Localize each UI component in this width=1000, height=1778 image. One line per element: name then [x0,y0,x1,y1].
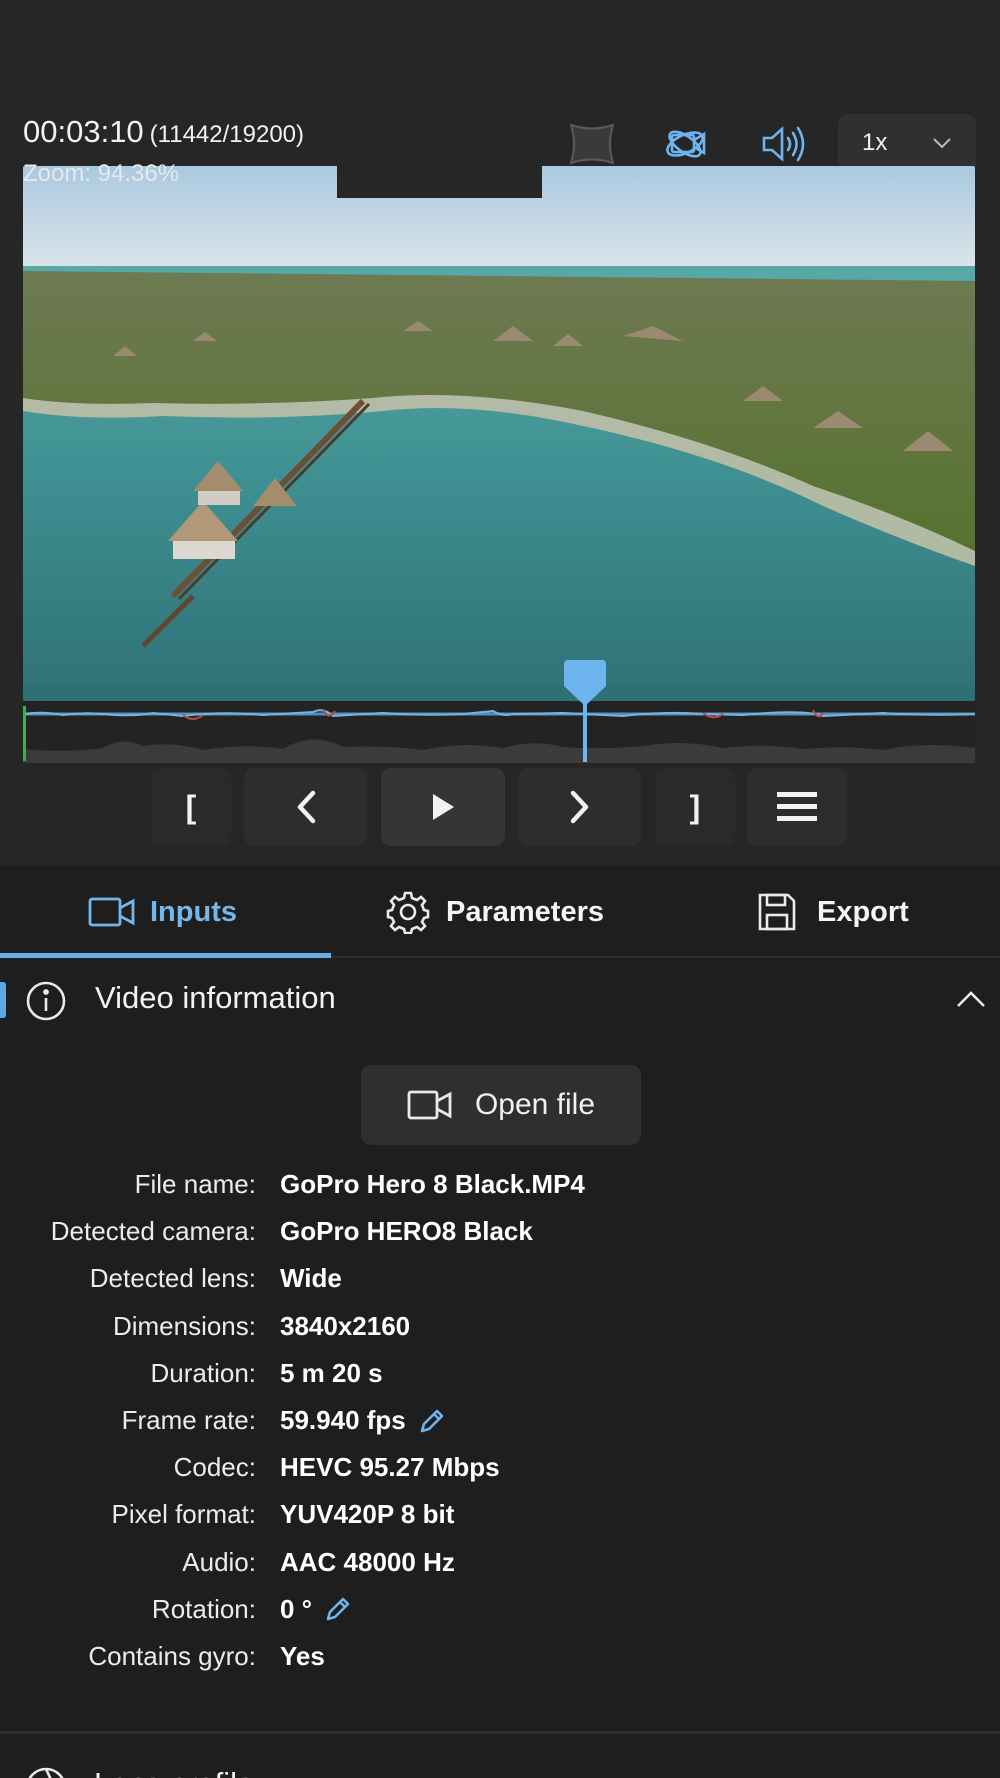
info-label: File name: [134,1169,256,1200]
info-value: GoPro Hero 8 Black.MP4 [280,1169,585,1200]
open-file-label: Open file [474,1088,596,1121]
info-label: Audio: [182,1546,256,1577]
info-value: Yes [280,1640,325,1671]
info-row-audio: Audio: AAC 48000 Hz [0,1539,1000,1586]
gyro-camera-icon[interactable] [662,118,714,170]
info-label: Contains gyro: [88,1640,256,1671]
playback-speed-select[interactable]: 1x [838,114,976,172]
section-title: Video information [95,980,336,1015]
info-row-lens: Detected lens: Wide [0,1255,1000,1302]
info-value: AAC 48000 Hz [280,1546,455,1577]
next-frame-button[interactable] [518,768,641,846]
info-icon [26,981,66,1021]
edit-pencil-icon[interactable] [324,1595,352,1623]
chevron-down-icon [933,138,951,149]
timecode: 00:03:10 [23,114,144,149]
gear-icon [386,891,430,934]
lens-profile-header[interactable]: Lens profile [24,1752,1000,1778]
play-icon [433,794,454,820]
set-trim-end-button[interactable]: ] [655,768,735,846]
info-label: Dimensions: [112,1310,256,1341]
info-row-file-name: File name: GoPro Hero 8 Black.MP4 [0,1161,1000,1208]
video-info-table: File name: GoPro Hero 8 Black.MP4 Detect… [0,1161,1000,1680]
timecode-display: 00:03:10 (11442/19200) [23,114,304,150]
info-row-frame-rate: Frame rate: 59.940 fps [0,1397,1000,1444]
tab-parameters[interactable]: Parameters [386,866,604,958]
playback-speed-value: 1x [862,129,888,156]
timeline[interactable] [23,701,975,763]
main-tabs: Inputs Parameters Export [0,866,1000,958]
info-label: Rotation: [151,1593,256,1624]
set-trim-start-button[interactable]: [ [151,768,231,846]
info-row-pixel-format: Pixel format: YUV420P 8 bit [0,1491,1000,1538]
video-preview[interactable] [23,166,975,701]
previous-frame-button[interactable] [244,768,367,846]
tab-export-label: Export [817,895,909,928]
save-icon [758,893,796,931]
info-value: YUV420P 8 bit [280,1499,455,1530]
section-divider [0,1731,1000,1734]
info-label: Detected camera: [50,1216,256,1247]
info-label: Codec: [173,1452,256,1483]
playhead-handle[interactable] [563,660,606,706]
section-title: Lens profile [94,1766,254,1778]
zoom-level: Zoom: 94.36% [23,160,180,187]
menu-button[interactable] [747,768,847,846]
video-camera-icon [407,1090,452,1120]
info-label: Pixel format: [111,1499,257,1530]
info-label: Frame rate: [121,1405,256,1436]
video-information-header[interactable]: Video information [0,958,1000,1042]
info-row-gyro: Contains gyro: Yes [0,1633,1000,1680]
info-label: Detected lens: [89,1263,256,1294]
info-value: 59.940 fps [280,1405,446,1436]
playhead-line [582,700,587,762]
tab-inputs-label: Inputs [150,895,237,928]
edit-pencil-icon[interactable] [418,1407,446,1435]
info-row-duration: Duration: 5 m 20 s [0,1350,1000,1397]
info-row-rotation: Rotation: 0 ° [0,1586,1000,1633]
info-value: 3840x2160 [280,1310,411,1341]
info-value: Wide [280,1263,342,1294]
info-row-dimensions: Dimensions: 3840x2160 [0,1303,1000,1350]
open-file-button[interactable]: Open file [361,1065,641,1145]
tab-parameters-label: Parameters [446,895,604,928]
chevron-left-icon [297,790,315,824]
volume-icon[interactable] [757,118,809,170]
chevron-up-icon[interactable] [956,990,986,1008]
lens-aperture-icon [28,1767,64,1778]
hamburger-menu-icon [777,792,817,821]
trim-start-label: [ [185,788,197,825]
chevron-right-icon [570,790,588,824]
frame-counter: (11442/19200) [149,121,305,148]
info-value: 0 ° [280,1594,352,1625]
tab-inputs[interactable]: Inputs [88,866,237,958]
info-row-codec: Codec: HEVC 95.27 Mbps [0,1444,1000,1491]
section-marker [0,982,6,1018]
trim-end-label: ] [689,788,701,825]
tab-export[interactable]: Export [757,866,909,958]
info-value: GoPro HERO8 Black [280,1216,533,1247]
info-row-camera: Detected camera: GoPro HERO8 Black [0,1208,1000,1255]
play-button[interactable] [381,768,505,846]
stabilization-overlay-icon[interactable] [566,118,618,170]
video-camera-icon [88,897,135,927]
info-value: 5 m 20 s [280,1357,383,1388]
info-label: Duration: [150,1357,257,1388]
info-value: HEVC 95.27 Mbps [280,1452,500,1483]
video-overlay-gap-left [337,166,542,198]
